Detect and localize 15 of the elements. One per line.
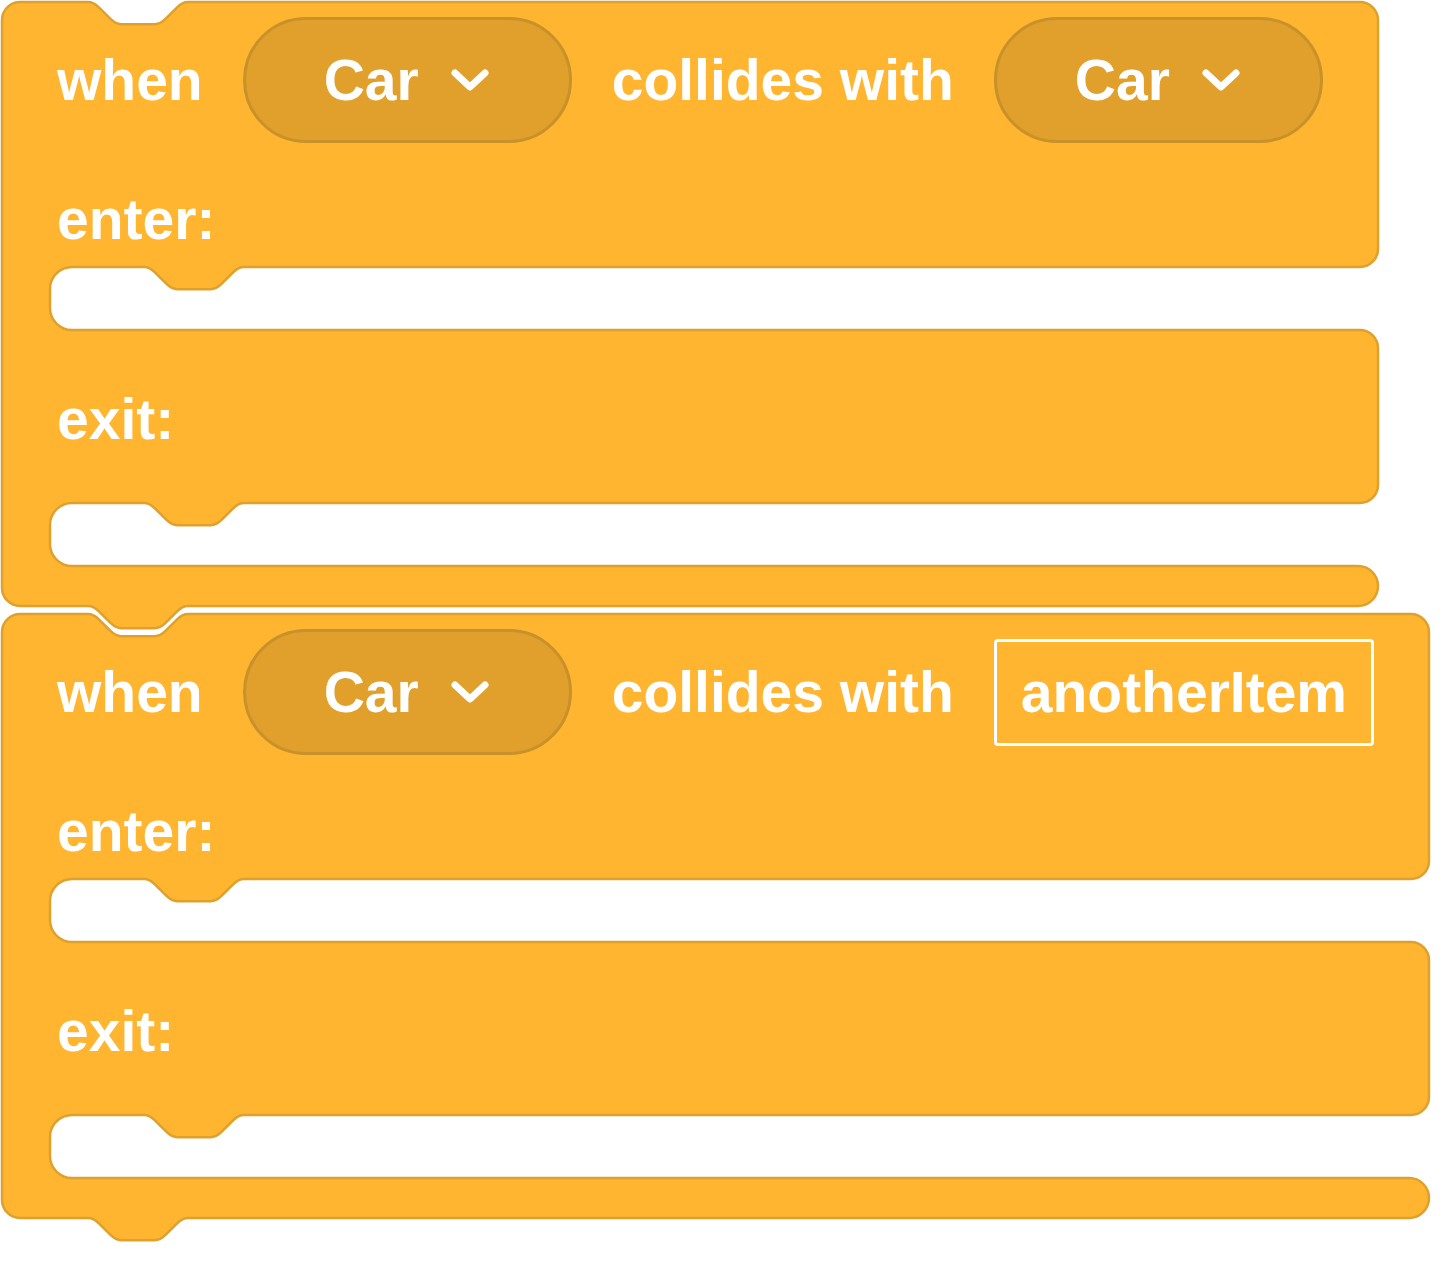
section-label: exit: — [57, 1003, 175, 1060]
sprite-dropdown[interactable]: Car — [242, 17, 572, 143]
section-label: exit: — [57, 391, 175, 448]
sprite-dropdown[interactable]: Car — [242, 629, 572, 755]
block-text: collides with — [611, 51, 954, 109]
block-text: when — [57, 51, 203, 109]
text-field[interactable]: anotherItem — [993, 638, 1375, 746]
chevron-down-icon — [1201, 69, 1240, 91]
sprite-dropdown[interactable]: Car — [993, 17, 1323, 143]
section-label: enter: — [57, 191, 216, 248]
block-text: collides with — [611, 663, 954, 721]
section-label: enter: — [57, 803, 216, 860]
chevron-down-icon — [450, 681, 489, 703]
block-text: when — [57, 663, 203, 721]
chevron-down-icon — [450, 69, 489, 91]
